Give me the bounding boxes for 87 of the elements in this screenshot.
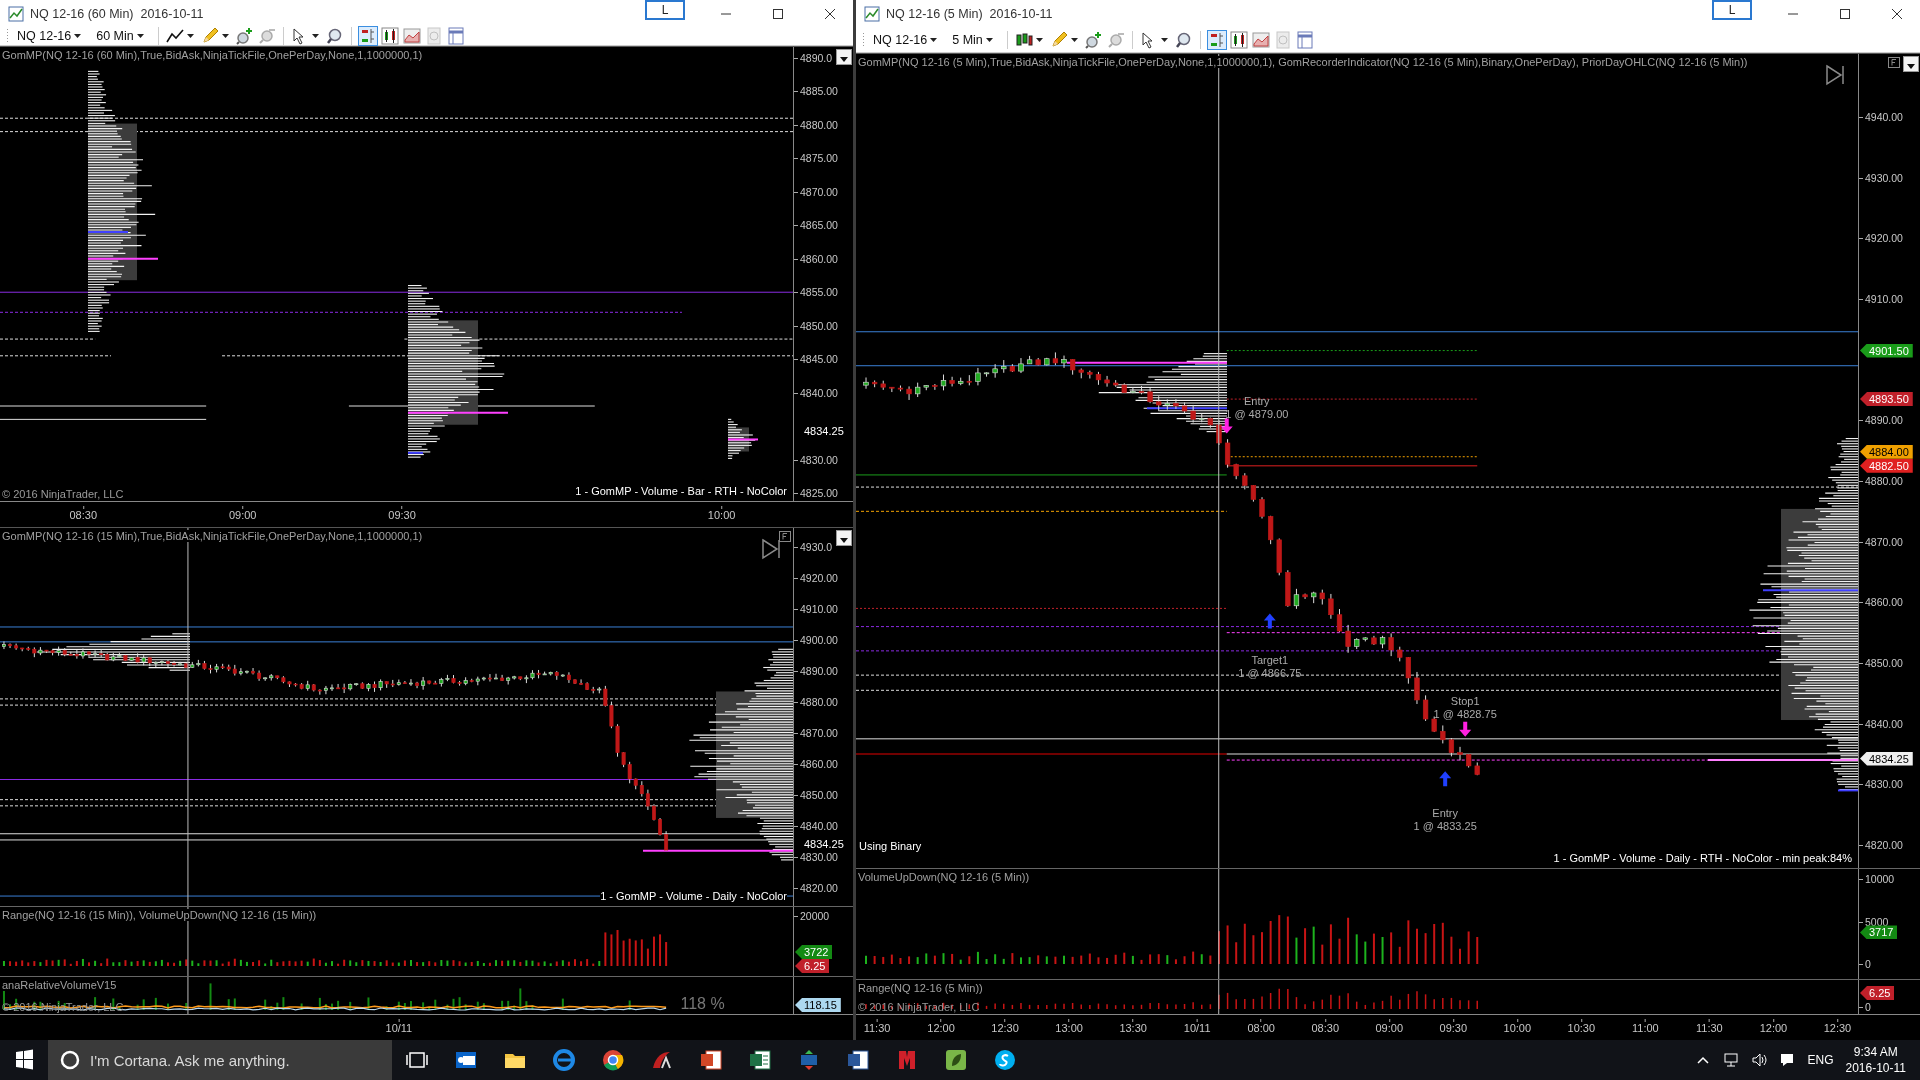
axis-label: 4860.00 xyxy=(794,757,838,771)
price-marker: 4884.00 xyxy=(1860,444,1913,459)
axis-label: 4890.00 xyxy=(794,664,838,678)
price-marker: 118.15 xyxy=(795,998,841,1012)
clock-date[interactable]: 2016-10-11 xyxy=(1845,1060,1906,1076)
indicator-label: GomMP(NQ 12-16 (15 Min),True,BidAsk,NinjaTickFile,OnePerDay,None,1,1000000,1) xyxy=(2,530,423,542)
axis-label: 4850.00 xyxy=(1859,656,1903,670)
price-marker: 4834.25 xyxy=(1860,751,1913,766)
time-label: 12:30 xyxy=(1823,1019,1852,1034)
price-marker: 6.25 xyxy=(1860,986,1895,1000)
status-note: Using Binary xyxy=(859,840,922,852)
axis-label: 4900.00 xyxy=(794,633,838,647)
axis-label: 4910.00 xyxy=(1859,292,1903,306)
price-marker: 4893.50 xyxy=(1860,392,1913,407)
order-label: Target1 xyxy=(1251,653,1289,667)
link-button[interactable]: L xyxy=(645,0,685,20)
time-label: 09:30 xyxy=(1439,1019,1468,1034)
indicator-label: GomMP(NQ 12-16 (5 Min),True,BidAsk,NinjaTickFile,OnePerDay,None,1,1000000,1), GomRecorderIndicator(NQ 12-16 (5 Min),Binary,OnePerDay), PriorDayOHLC(NQ 12-16 (5 Min)) xyxy=(858,56,1748,68)
order-label: Entry xyxy=(1432,806,1458,820)
axis-label: 4830.00 xyxy=(794,850,838,864)
price-marker: 3722 xyxy=(795,945,833,959)
time-label: 10:00 xyxy=(707,506,736,521)
instrument-dropdown[interactable]: NQ 12-16 xyxy=(13,29,89,43)
interval-dropdown[interactable]: 60 Min xyxy=(92,29,151,43)
time-label: 11:30 xyxy=(863,1019,891,1034)
axis-label: 4820.00 xyxy=(794,881,838,895)
language-indicator[interactable]: ENG xyxy=(1807,1053,1834,1067)
copyright-text: © 2016 NinjaTrader, LLC xyxy=(858,1001,980,1013)
link-button[interactable]: L xyxy=(1712,0,1752,20)
relative-volume-reading: 118 % xyxy=(680,995,725,1013)
window-title: NQ 12-16 (5 Min) 2016-10-11 xyxy=(886,6,1054,21)
time-label: 10:00 xyxy=(1503,1019,1532,1034)
time-label: 13:00 xyxy=(1055,1019,1083,1034)
time-label: 10/11 xyxy=(385,1019,413,1034)
axis-label: 0 xyxy=(1859,1000,1871,1014)
window-title: NQ 12-16 (60 Min) 2016-10-11 xyxy=(30,6,205,21)
profile-legend: 1 - GomMP - Volume - Bar - RTH - NoColor xyxy=(575,485,787,497)
time-label: 12:30 xyxy=(991,1019,1019,1034)
axis-label: 4910.00 xyxy=(794,602,838,616)
order-detail: 1 @ 4828.75 xyxy=(1433,707,1497,721)
time-label: 08:30 xyxy=(69,506,97,521)
search-field[interactable]: I'm Cortana. Ask me anything. xyxy=(48,1040,392,1080)
indicator-label: VolumeUpDown(NQ 12-16 (5 Min)) xyxy=(858,871,1030,883)
axis-label: 4825.00 xyxy=(794,486,838,500)
time-label: 08:00 xyxy=(1247,1019,1275,1034)
indicator-label: GomMP(NQ 12-16 (60 Min),True,BidAsk,NinjaTickFile,OnePerDay,None,1,1000000,1) xyxy=(2,49,423,61)
order-detail: 1 @ 4879.00 xyxy=(1225,407,1289,421)
time-label: 08:30 xyxy=(1311,1019,1339,1034)
order-detail: 1 @ 4833.25 xyxy=(1413,819,1477,833)
interval-dropdown[interactable]: 5 Min xyxy=(948,32,1000,47)
time-label: 12:00 xyxy=(927,1019,955,1034)
indicator-label: anaRelativeVolumeV15 xyxy=(2,979,117,991)
axis-label: 4880.00 xyxy=(794,695,838,709)
axis-label: 4820.00 xyxy=(1859,838,1903,852)
axis-label: 4850.00 xyxy=(794,788,838,802)
time-label: 10:30 xyxy=(1567,1019,1596,1034)
indicator-label: Range(NQ 12-16 (5 Min)) xyxy=(858,982,983,994)
order-label: Entry xyxy=(1243,394,1270,408)
clock-time[interactable]: 9:34 AM xyxy=(1853,1044,1898,1060)
axis-label: 4840.00 xyxy=(794,819,838,833)
time-label: 11:30 xyxy=(1696,1019,1723,1034)
axis-label: 4870.00 xyxy=(794,726,838,740)
time-label: 12:00 xyxy=(1759,1019,1788,1034)
axis-label: 4880.00 xyxy=(1859,474,1903,488)
instrument-dropdown[interactable]: NQ 12-16 xyxy=(869,32,945,47)
time-label: 11:00 xyxy=(1632,1019,1659,1034)
indicator-label: Range(NQ 12-16 (15 Min)), VolumeUpDown(NQ 12-16 (15 Min)) xyxy=(2,909,317,921)
time-label: 13:30 xyxy=(1119,1019,1147,1034)
price-marker: 4901.50 xyxy=(1860,343,1913,358)
copyright-text: © 2016 NinjaTrader, LLC xyxy=(2,488,124,500)
axis-label: 4940.00 xyxy=(1859,110,1903,124)
price-marker: 3717 xyxy=(1860,925,1898,940)
order-label: Stop1 xyxy=(1450,694,1480,708)
time-label: 09:30 xyxy=(388,506,416,521)
axis-label: 4920.00 xyxy=(794,571,838,585)
axis-label: 0 xyxy=(1859,957,1871,971)
axis-label: 20000 xyxy=(794,909,830,923)
axis-label: 10000 xyxy=(1859,872,1895,886)
time-label: 09:00 xyxy=(1375,1019,1403,1034)
time-label: 09:00 xyxy=(228,506,257,521)
axis-label: 4890.0 xyxy=(794,51,833,65)
price-marker: 4882.50 xyxy=(1860,458,1913,473)
time-label: 10/11 xyxy=(1183,1019,1211,1034)
profile-legend: 1 - GomMP - Volume - Daily - NoColor xyxy=(600,890,787,902)
profile-legend: 1 - GomMP - Volume - Daily - RTH - NoColor - min peak:84% xyxy=(1553,852,1852,864)
axis-label: 4930.0 xyxy=(794,540,833,554)
copyright-text: © 2016 NinjaTrader, LLC xyxy=(2,1001,124,1013)
